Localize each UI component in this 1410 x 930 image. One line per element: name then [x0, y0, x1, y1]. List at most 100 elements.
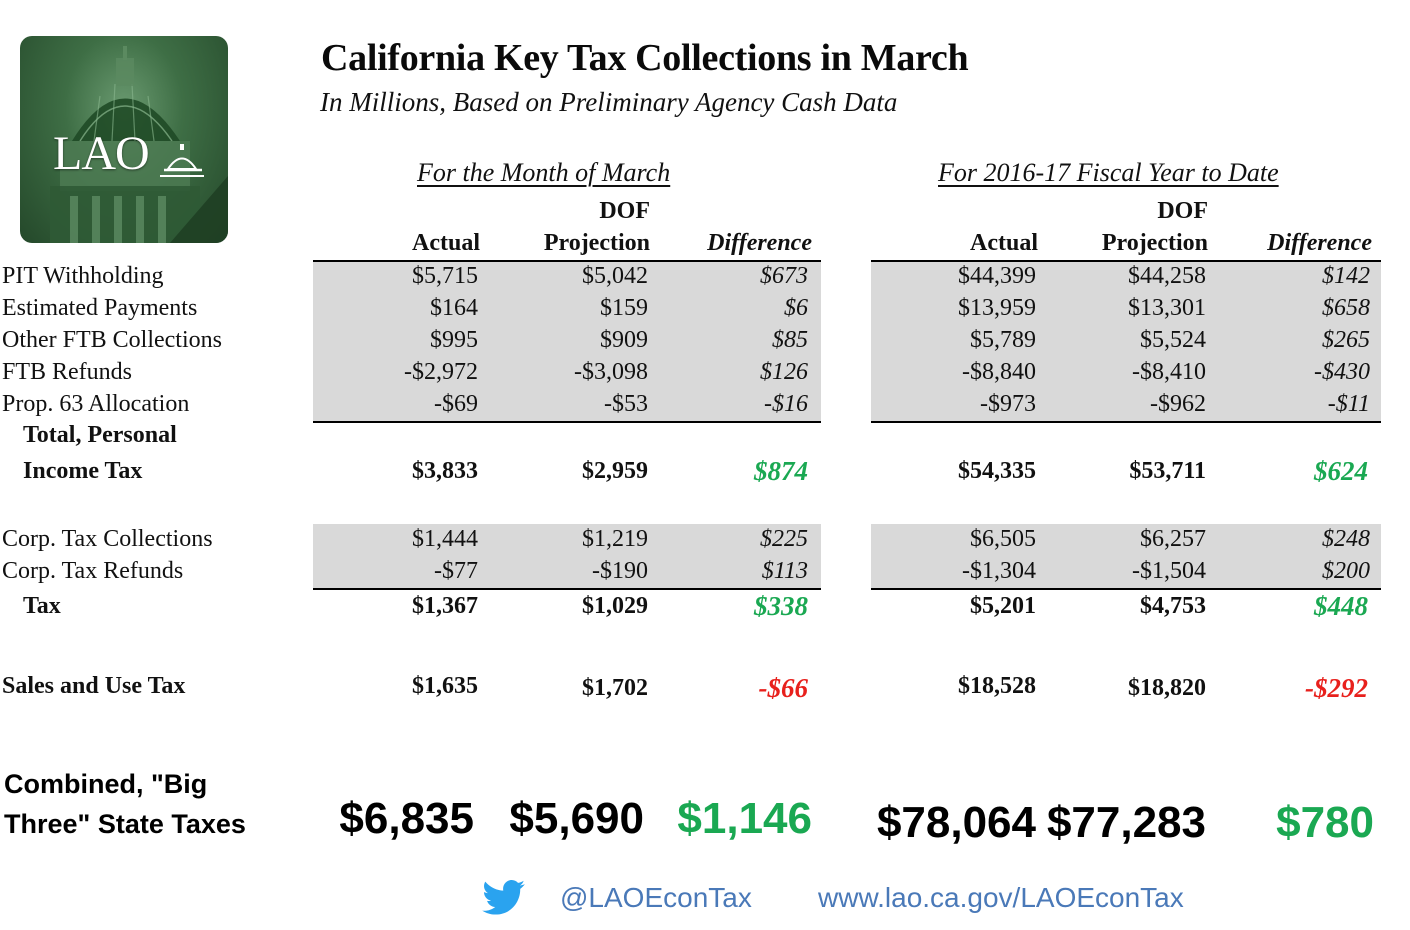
- pit-row-label: Prop. 63 Allocation: [2, 391, 190, 417]
- sales-fiscal-projection: $18,820: [1128, 675, 1206, 701]
- col-projection-month: Projection: [543, 230, 650, 256]
- section-month-heading: For the Month of March: [417, 158, 671, 187]
- section-fiscal-heading: For 2016-17 Fiscal Year to Date: [938, 158, 1279, 187]
- corp-month-difference: $113: [761, 558, 808, 584]
- sales-fiscal-difference: -$292: [1305, 673, 1368, 703]
- sales-month-difference: -$66: [758, 673, 809, 703]
- col-actual-fiscal: Actual: [970, 230, 1038, 256]
- col-difference-fiscal: Difference: [1267, 230, 1372, 256]
- corp-fiscal-difference: $200: [1322, 558, 1370, 584]
- pit-fiscal-projection: $13,301: [1128, 295, 1206, 321]
- pit-total-fiscal-difference: $624: [1314, 456, 1368, 486]
- pit-fiscal-actual: -$973: [980, 391, 1036, 417]
- pit-total-month-difference: $874: [754, 456, 808, 486]
- pit-bottom-rule-fiscal: [871, 421, 1381, 423]
- combined-label-line1: Combined, "Big: [4, 769, 208, 799]
- pit-total-month-actual: $3,833: [412, 458, 478, 484]
- pit-month-difference: $6: [784, 295, 808, 321]
- corp-fiscal-projection: -$1,504: [1132, 558, 1206, 584]
- pit-fiscal-difference: $658: [1322, 295, 1370, 321]
- corp-row-label: Corp. Tax Collections: [2, 526, 213, 552]
- pit-row-label: Estimated Payments: [2, 295, 198, 321]
- twitter-handle-link[interactable]: @LAOEconTax: [560, 882, 752, 914]
- corp-month-difference: $225: [760, 526, 808, 552]
- corp-bottom-rule-month: [313, 588, 821, 590]
- corp-total-month-actual: $1,367: [412, 593, 478, 619]
- sales-month-projection: $1,702: [582, 675, 648, 701]
- corp-fiscal-projection: $6,257: [1140, 526, 1206, 552]
- pit-top-rule-fiscal: [871, 260, 1381, 262]
- pit-month-actual: $5,715: [412, 263, 478, 289]
- page-subtitle: In Millions, Based on Preliminary Agency…: [320, 87, 898, 117]
- pit-row-label: FTB Refunds: [2, 359, 133, 385]
- pit-fiscal-projection: $5,524: [1140, 327, 1206, 353]
- pit-month-projection: $5,042: [582, 263, 648, 289]
- col-dof-month: DOF: [599, 198, 650, 224]
- sales-fiscal-actual: $18,528: [958, 673, 1036, 699]
- corp-total-month-difference: $338: [754, 591, 808, 621]
- corp-fiscal-actual: -$1,304: [962, 558, 1036, 584]
- pit-fiscal-actual: $5,789: [970, 327, 1036, 353]
- col-dof-fiscal: DOF: [1157, 198, 1208, 224]
- pit-fiscal-actual: $13,959: [958, 295, 1036, 321]
- corp-total-fiscal-projection: $4,753: [1140, 593, 1206, 619]
- corp-total-month-projection: $1,029: [582, 593, 648, 619]
- corp-fiscal-difference: $248: [1322, 526, 1370, 552]
- combined-fiscal-projection: $77,283: [1046, 798, 1206, 847]
- pit-fiscal-actual: -$8,840: [962, 359, 1036, 385]
- pit-month-projection: $159: [600, 295, 648, 321]
- combined-month-actual: $6,835: [339, 794, 474, 843]
- pit-row-label: Other FTB Collections: [2, 327, 222, 353]
- corp-total-label: Tax: [23, 593, 61, 619]
- corp-total-fiscal-difference: $448: [1314, 591, 1368, 621]
- sales-label: Sales and Use Tax: [2, 673, 186, 699]
- pit-fiscal-actual: $44,399: [958, 263, 1036, 289]
- pit-month-actual: $995: [430, 327, 478, 353]
- col-difference-month: Difference: [707, 230, 812, 256]
- corp-month-actual: -$77: [434, 558, 478, 584]
- twitter-bird-icon[interactable]: [474, 880, 534, 920]
- corp-fiscal-actual: $6,505: [970, 526, 1036, 552]
- corp-total-fiscal-actual: $5,201: [970, 593, 1036, 619]
- corp-month-projection: -$190: [592, 558, 648, 584]
- corp-month-projection: $1,219: [582, 526, 648, 552]
- pit-total-label-line2: Income Tax: [23, 458, 143, 484]
- pit-fiscal-difference: -$430: [1314, 359, 1370, 385]
- pit-total-fiscal-projection: $53,711: [1129, 458, 1206, 484]
- pit-fiscal-projection: $44,258: [1128, 263, 1206, 289]
- combined-month-difference: $1,146: [677, 794, 812, 843]
- combined-fiscal-difference: $780: [1276, 798, 1374, 847]
- pit-fiscal-projection: -$8,410: [1132, 359, 1206, 385]
- pit-month-projection: -$53: [604, 391, 648, 417]
- page-title: California Key Tax Collections in March: [321, 37, 969, 79]
- pit-total-label-line1: Total, Personal: [23, 422, 177, 448]
- combined-month-projection: $5,690: [509, 794, 644, 843]
- pit-fiscal-difference: $142: [1322, 263, 1370, 289]
- pit-month-difference: $673: [760, 263, 808, 289]
- pit-month-difference: -$16: [764, 391, 808, 417]
- pit-month-actual: -$2,972: [404, 359, 478, 385]
- pit-month-actual: $164: [430, 295, 478, 321]
- pit-month-difference: $126: [760, 359, 808, 385]
- pit-month-projection: $909: [600, 327, 648, 353]
- combined-fiscal-actual: $78,064: [876, 798, 1036, 847]
- lao-logo: LAO: [20, 36, 228, 243]
- pit-month-difference: $85: [772, 327, 808, 353]
- pit-month-projection: -$3,098: [574, 359, 648, 385]
- pit-total-fiscal-actual: $54,335: [958, 458, 1036, 484]
- pit-total-month-projection: $2,959: [582, 458, 648, 484]
- website-link[interactable]: www.lao.ca.gov/LAOEconTax: [818, 882, 1184, 914]
- col-actual-month: Actual: [412, 230, 480, 256]
- col-projection-fiscal: Projection: [1101, 230, 1208, 256]
- sales-month-actual: $1,635: [412, 673, 478, 699]
- corp-bottom-rule-fiscal: [871, 588, 1381, 590]
- pit-bottom-rule-month: [313, 421, 821, 423]
- pit-month-actual: -$69: [434, 391, 478, 417]
- pit-fiscal-difference: $265: [1322, 327, 1370, 353]
- corp-row-label: Corp. Tax Refunds: [2, 558, 184, 584]
- pit-top-rule-month: [313, 260, 821, 262]
- combined-label-line2: Three" State Taxes: [4, 809, 246, 839]
- logo-text: LAO: [53, 127, 150, 180]
- pit-row-label: PIT Withholding: [2, 263, 164, 289]
- corp-month-actual: $1,444: [412, 526, 478, 552]
